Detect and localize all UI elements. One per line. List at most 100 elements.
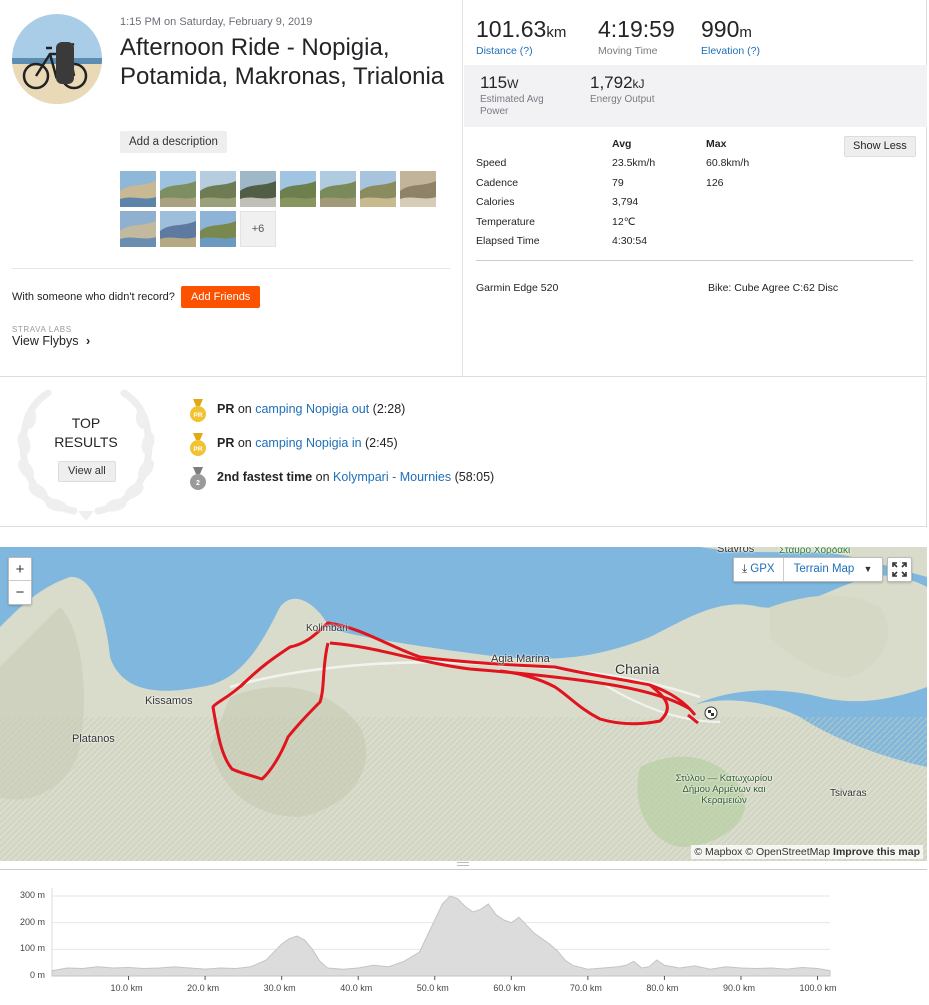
elevation-value: 990 xyxy=(701,16,740,42)
view-flybys-link[interactable]: View Flybys › xyxy=(12,334,90,348)
power-label: Estimated Avg Power xyxy=(480,94,544,117)
map-attribution: © Mapbox © OpenStreetMap Improve this ma… xyxy=(691,845,923,859)
elevation-label[interactable]: Elevation (?) xyxy=(701,45,760,57)
achievement-item: PR PR on camping Nopigia in (2:45) xyxy=(188,433,788,457)
stat-name: Elapsed Time xyxy=(476,235,540,248)
segment-link[interactable]: Kolympari - Mournies xyxy=(333,470,451,484)
expand-icon xyxy=(892,562,907,577)
stat-row: Cadence 79 126 xyxy=(476,177,856,197)
caret-down-icon: ▼ xyxy=(863,564,873,574)
fullscreen-button[interactable] xyxy=(887,557,912,582)
photo-thumbnail[interactable] xyxy=(200,171,236,207)
stat-row: Temperature 12℃ xyxy=(476,216,856,236)
map-label-kissamos: Kissamos xyxy=(145,695,193,707)
energy-label: Energy Output xyxy=(590,94,655,105)
segment-link[interactable]: camping Nopigia out xyxy=(255,402,369,416)
divider xyxy=(476,260,913,261)
show-less-button[interactable]: Show Less xyxy=(844,136,916,157)
secondary-stats: 115W Estimated Avg Power 1,792kJ Energy … xyxy=(464,65,927,127)
stat-energy: 1,792kJ Energy Output xyxy=(590,73,654,106)
map-label-greek-area: Στύλου — Κατωχωρίου Δήμου Αρμένων και Κε… xyxy=(675,773,773,806)
x-tick-label: 100.0 km xyxy=(799,983,837,993)
moving-time-value: 4:19:59 xyxy=(598,16,675,42)
x-tick-label: 80.0 km xyxy=(646,983,679,993)
col-avg-header: Avg xyxy=(612,138,632,150)
grip-icon xyxy=(457,862,469,866)
map-type-label: Terrain Map xyxy=(793,563,855,575)
x-tick-label: 70.0 km xyxy=(569,983,602,993)
zoom-in-button[interactable]: + xyxy=(9,558,31,581)
route-map[interactable]: Stavros Σταυρό Χορδάκι Kolimbari Kissamo… xyxy=(0,547,927,861)
power-unit: W xyxy=(507,77,519,91)
achievement-item: PR PR on camping Nopigia out (2:28) xyxy=(188,399,788,423)
photo-thumbnail[interactable] xyxy=(120,171,156,207)
resize-handle[interactable] xyxy=(0,861,927,870)
achievement-item: 2 2nd fastest time on Kolympari - Mournie… xyxy=(188,467,788,491)
elevation-profile[interactable]: 300 m 200 m 100 m 0 m 10.0 km 20.0 km 30.0 km… xyxy=(0,870,929,1005)
stat-avg: 3,794 xyxy=(612,196,639,209)
top-results: TOP RESULTS View all PR PR on camping Nop… xyxy=(0,376,927,527)
x-tick-label: 90.0 km xyxy=(722,983,755,993)
map-label-kolymbari: Kolimbari xyxy=(306,623,348,634)
stat-power: 115W Estimated Avg Power xyxy=(480,73,570,118)
athlete-avatar[interactable] xyxy=(12,14,102,104)
map-type-dropdown[interactable]: Terrain Map ▼ xyxy=(784,558,883,581)
x-tick-label: 20.0 km xyxy=(187,983,220,993)
stat-distance: 101.63km Distance (?) xyxy=(476,16,566,57)
download-icon: ⤓ xyxy=(742,563,748,575)
stat-avg: 23.5km/h xyxy=(612,157,656,169)
attribution-text[interactable]: © Mapbox © OpenStreetMap xyxy=(694,846,830,858)
gpx-download-button[interactable]: ⤓ GPX xyxy=(734,558,784,581)
map-label-tsivaras: Tsivaras xyxy=(830,788,867,799)
photo-thumbnail[interactable] xyxy=(240,171,276,207)
segment-link[interactable]: camping Nopigia in xyxy=(255,436,361,450)
activity-datetime: 1:15 PM on Saturday, February 9, 2019 xyxy=(120,16,313,28)
more-photos-button[interactable]: +6 xyxy=(240,211,276,247)
achievement-badge: PR xyxy=(217,436,235,450)
achievement-text: PR on camping Nopigia out (2:28) xyxy=(217,402,405,416)
y-tick-label: 100 m xyxy=(19,943,45,954)
activity-stats: 101.63km Distance (?) 4:19:59 Moving Tim… xyxy=(464,0,927,376)
bike-name: Bike: Cube Agree C:62 Disc xyxy=(708,282,839,294)
add-friends-button[interactable]: Add Friends xyxy=(181,286,261,308)
distance-label[interactable]: Distance (?) xyxy=(476,45,566,57)
stat-row: Speed 23.5km/h 60.8km/h xyxy=(476,157,856,177)
top-results-title: TOP RESULTS xyxy=(40,414,132,452)
laurel-wreath-icon xyxy=(17,389,155,521)
photo-thumbnail[interactable] xyxy=(120,211,156,247)
x-tick-label: 50.0 km xyxy=(416,983,449,993)
add-description-button[interactable]: Add a description xyxy=(120,131,227,153)
gpx-label: GPX xyxy=(750,563,775,575)
photo-thumbnail[interactable] xyxy=(160,171,196,207)
stat-max: 60.8km/h xyxy=(706,157,750,169)
photo-thumbnail[interactable] xyxy=(320,171,356,207)
map-label-chania: Chania xyxy=(615,661,660,677)
strava-labs-label: STRAVA LABS xyxy=(12,325,72,334)
achievement-time: (58:05) xyxy=(451,470,495,484)
photo-thumbnail[interactable] xyxy=(400,171,436,207)
achievement-prefix: on xyxy=(234,436,256,450)
stat-elevation: 990m Elevation (?) xyxy=(701,16,760,57)
improve-map-link[interactable]: Improve this map xyxy=(833,846,920,858)
elevation-area xyxy=(51,895,831,977)
zoom-controls: + − xyxy=(8,557,32,605)
photo-thumbnail[interactable] xyxy=(280,171,316,207)
energy-value: 1,792 xyxy=(590,73,633,92)
x-tick-label: 40.0 km xyxy=(340,983,373,993)
stat-row: Calories 3,794 xyxy=(476,196,856,216)
activity-title: Afternoon Ride - Nopigia, Potamida, Makr… xyxy=(120,34,445,90)
divider xyxy=(12,268,450,269)
photo-thumbnail[interactable] xyxy=(360,171,396,207)
photo-thumbnail[interactable] xyxy=(160,211,196,247)
zoom-out-button[interactable]: − xyxy=(9,581,31,604)
silver-medal-icon: 2 xyxy=(190,467,206,490)
elevation-unit: m xyxy=(739,24,752,41)
map-label-stavros: Stavros xyxy=(717,547,755,555)
photo-thumbnail[interactable] xyxy=(200,211,236,247)
stat-avg: 79 xyxy=(612,176,624,189)
stat-name: Speed xyxy=(476,157,507,169)
achievement-prefix: on xyxy=(234,402,256,416)
stat-row: Elapsed Time 4:30:54 xyxy=(476,235,856,255)
view-all-button[interactable]: View all xyxy=(58,461,116,482)
achievement-time: (2:28) xyxy=(369,402,406,416)
